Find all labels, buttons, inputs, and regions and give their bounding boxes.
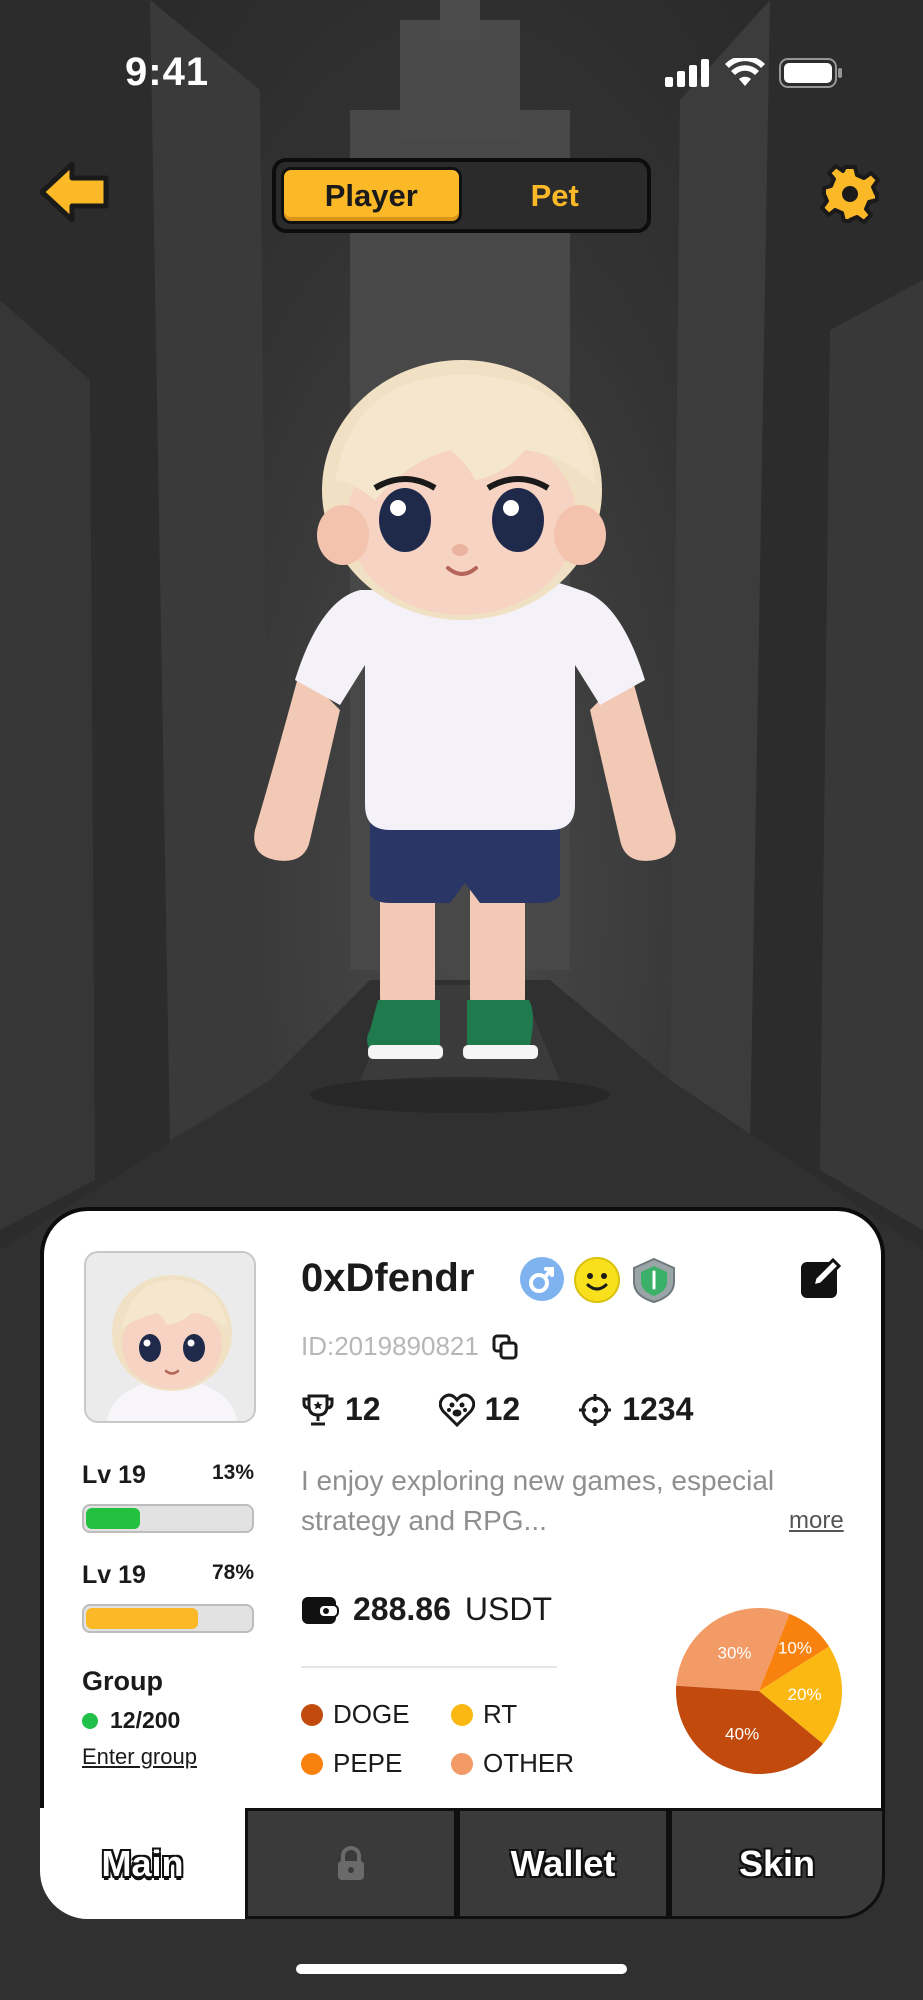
user-bio: I enjoy exploring new games, especial st… [301,1465,775,1536]
legend-item-rt: RT [451,1699,601,1730]
tab-skin[interactable]: Skin [669,1808,885,1919]
pets-count: 12 [484,1391,521,1427]
level-player: Lv 19 13% [82,1461,254,1533]
pie-slice-label: 30% [718,1643,752,1662]
home-indicator [296,1964,627,1974]
username: 0xDfendr [301,1256,475,1300]
cellular-signal-icon [665,59,709,87]
level-percent: 13% [211,1461,254,1484]
tab-pet[interactable]: Pet [468,167,643,224]
level-progress-fill [86,1508,141,1529]
score-count: 1234 [622,1391,694,1427]
legend-dot [301,1752,323,1775]
tab-main[interactable]: Main [40,1808,245,1919]
trophies-count: 12 [345,1391,381,1427]
legend-label: OTHER [483,1748,574,1778]
legend-dot [451,1703,473,1726]
wallet-icon [302,1596,339,1624]
legend-dot [301,1703,323,1726]
legend-item-pepe: PEPE [301,1748,451,1779]
edit-icon [801,1257,842,1298]
tab-wallet[interactable]: Wallet [457,1808,669,1919]
avatar[interactable] [84,1251,256,1423]
player-pet-toggle: Player Pet [272,158,651,233]
divider [301,1666,557,1668]
legend-item-doge: DOGE [301,1699,451,1730]
level-pet: Lv 19 78% [82,1561,254,1633]
pie-slice-label: 10% [778,1639,812,1658]
stat-score: 1234 [578,1391,693,1428]
user-stats: 12 12 1234 [301,1391,693,1428]
level-label: Lv 19 [82,1561,146,1589]
token-legend: DOGE RT PEPE OTHER [301,1699,601,1779]
back-button[interactable] [38,160,112,224]
stat-trophies: 12 [301,1391,381,1428]
pie-slice-label: 20% [788,1685,822,1704]
status-bar: 9:41 [0,0,923,150]
level-progress-bar [82,1504,254,1533]
level-label: Lv 19 [82,1461,146,1489]
rank-shield-icon [633,1257,675,1304]
wallet-amount: 288.86 [353,1591,451,1627]
group-title: Group [82,1666,163,1696]
bottom-tab-bar: Main Wallet Skin [40,1808,885,1919]
paw-heart-icon [438,1393,475,1427]
level-progress-bar [82,1604,254,1633]
copy-icon[interactable] [491,1333,519,1361]
player-character [230,350,700,1120]
status-time: 9:41 [125,50,210,94]
user-id: ID:2019890821 [301,1331,519,1362]
group-count-text: 12/200 [110,1707,181,1733]
arrow-left-icon [39,161,109,223]
smiley-badge-icon [574,1257,620,1303]
legend-dot [451,1752,473,1775]
group-section: Group 12/200 Enter group [82,1666,197,1770]
group-count: 12/200 [82,1707,197,1734]
crosshair-icon [579,1393,612,1426]
enter-group-link[interactable]: Enter group [82,1744,197,1770]
battery-icon [779,58,842,88]
legend-label: RT [483,1699,518,1729]
wallet-balance: 288.86 USDT [301,1591,552,1628]
tab-locked[interactable] [245,1808,457,1919]
user-badges [519,1256,679,1304]
edit-profile-button[interactable] [799,1256,843,1300]
legend-label: PEPE [333,1748,403,1778]
bio-more-link[interactable]: more [789,1507,844,1535]
level-progress-fill [86,1608,198,1629]
user-id-text: ID:2019890821 [301,1331,479,1361]
wallet-currency: USDT [464,1591,552,1627]
legend-item-other: OTHER [451,1748,601,1779]
settings-button[interactable] [820,164,880,224]
wifi-icon [725,58,765,86]
gear-icon [820,164,880,224]
pie-slice-label: 40% [725,1724,759,1743]
token-pie-chart: 30% 10% 20% 40% [676,1608,842,1774]
online-dot [82,1712,98,1729]
tab-player[interactable]: Player [281,167,462,224]
status-icons [665,58,843,88]
lock-icon [338,1845,364,1880]
stat-pets: 12 [438,1391,521,1428]
trophy-icon [302,1394,334,1425]
male-gender-icon [520,1257,564,1301]
legend-label: DOGE [333,1699,410,1729]
level-percent: 78% [211,1561,254,1584]
